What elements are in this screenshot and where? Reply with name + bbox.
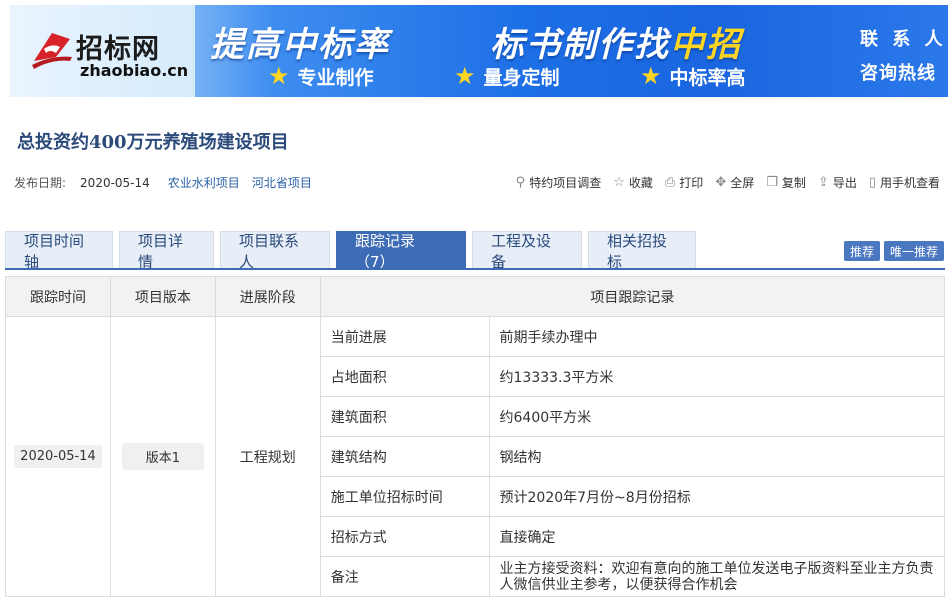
record-value: 预计2020年7月份~8月份招标 (488, 476, 946, 517)
toolbar: ⚲ 特约项目调查 ☆ 收藏 ⎙ 打印 ✥ 全屏 ❐ 复制 ⇪ 导出 ▯ 用手机查看 (516, 174, 940, 191)
fullscreen-icon: ✥ (715, 175, 727, 190)
copy-button[interactable]: ❐ 复制 (766, 174, 806, 191)
publish-meta: 发布日期: 2020-05-14 农业水利项目 河北省项目 (14, 174, 312, 191)
banner-slogan-2: 标书制作找中招 (490, 25, 742, 65)
search-icon: ⚲ (515, 175, 526, 190)
copy-icon: ❐ (766, 175, 778, 190)
record-key: 施工单位招标时间 (319, 476, 490, 517)
tab-related-bids[interactable]: 相关招投标 (588, 231, 696, 271)
banner-slogan-1: 提高中标率 (210, 25, 390, 65)
col-header-record: 项目跟踪记录 (319, 276, 946, 317)
tab-tracking-records[interactable]: 跟踪记录（7） (336, 231, 466, 271)
banner-contact-label: 联 系 人 (860, 29, 947, 50)
export-icon: ⇪ (817, 175, 829, 190)
tab-underline (5, 268, 945, 270)
ad-banner[interactable]: 招标网 zhaobiao.cn 提高中标率 标书制作找中招 ★ 专业制作 ★ 量身定… (10, 5, 948, 97)
view-on-phone-button[interactable]: ▯ 用手机查看 (869, 174, 940, 191)
feature-2: ★ 量身定制 (454, 62, 560, 90)
tab-bar: 项目时间轴 项目详情 项目联系人 跟踪记录（7） 工程及设备 相关招投标 (5, 231, 696, 271)
record-value: 业主方接受资料：欢迎有意向的施工单位发送电子版资料至业主方负责人微信供业主参考，… (488, 556, 946, 597)
star-icon: ★ (268, 62, 290, 90)
tab-project-details[interactable]: 项目详情 (119, 231, 214, 271)
record-key: 招标方式 (319, 516, 490, 557)
record-value: 前期手续办理中 (488, 316, 946, 357)
date-label: 发布日期: (14, 176, 67, 190)
tab-engineering-equipment[interactable]: 工程及设备 (472, 231, 582, 271)
star-icon: ★ (640, 62, 662, 90)
record-value: 约13333.3平方米 (488, 356, 946, 397)
record-key: 当前进展 (319, 316, 490, 357)
tab-contacts[interactable]: 项目联系人 (220, 231, 330, 271)
print-button[interactable]: ⎙ 打印 (665, 174, 703, 191)
tab-timeline[interactable]: 项目时间轴 (5, 231, 113, 271)
tag-link-category[interactable]: 农业水利项目 (168, 174, 240, 191)
record-key: 建筑面积 (319, 396, 490, 437)
col-header-time: 跟踪时间 (5, 276, 111, 317)
banner-hotline-label: 咨询热线 (860, 63, 936, 84)
table-header-row: 跟踪时间 项目版本 进展阶段 项目跟踪记录 (5, 276, 946, 317)
star-icon: ☆ (613, 175, 625, 190)
export-button[interactable]: ⇪ 导出 (818, 174, 857, 191)
exclusive-recommend-button[interactable]: 唯一推荐 (883, 241, 944, 261)
record-value: 约6400平方米 (488, 396, 946, 437)
favorite-button[interactable]: ☆ 收藏 (613, 174, 653, 191)
publish-date: 2020-05-14 (80, 175, 150, 190)
record-value: 钢结构 (488, 436, 946, 477)
logo-domain: zhaobiao.cn (80, 61, 189, 80)
cell-stage: 工程规划 (214, 316, 321, 597)
tracking-table: 跟踪时间 项目版本 进展阶段 项目跟踪记录 2020-05-14 版本1 工程规… (5, 276, 946, 597)
page-title: 总投资约400万元养殖场建设项目 (17, 132, 289, 153)
table-row: 2020-05-14 版本1 工程规划 当前进展 前期手续办理中 (5, 316, 946, 597)
recommend-button[interactable]: 推荐 (843, 241, 880, 261)
tag-link-region[interactable]: 河北省项目 (252, 174, 312, 191)
star-icon: ★ (454, 62, 476, 90)
version-pill: 版本1 (121, 443, 205, 470)
cell-date: 2020-05-14 (5, 316, 111, 597)
col-header-version: 项目版本 (109, 276, 216, 317)
col-header-stage: 进展阶段 (214, 276, 321, 317)
date-pill: 2020-05-14 (14, 445, 102, 468)
record-key: 占地面积 (319, 356, 490, 397)
logo-mark-icon (32, 33, 72, 69)
record-key: 建筑结构 (319, 436, 490, 477)
record-key: 备注 (319, 556, 490, 597)
feature-3: ★ 中标率高 (640, 62, 746, 90)
cell-version: 版本1 (109, 316, 216, 597)
special-survey-button[interactable]: ⚲ 特约项目调查 (516, 174, 602, 191)
fullscreen-button[interactable]: ✥ 全屏 (715, 174, 754, 191)
phone-icon: ▯ (868, 175, 876, 190)
print-icon: ⎙ (664, 175, 676, 190)
recommend-buttons: 推荐 唯一推荐 (843, 241, 944, 261)
logo[interactable]: 招标网 zhaobiao.cn (10, 5, 195, 97)
record-value: 直接确定 (488, 516, 946, 557)
feature-1: ★ 专业制作 (268, 62, 374, 90)
